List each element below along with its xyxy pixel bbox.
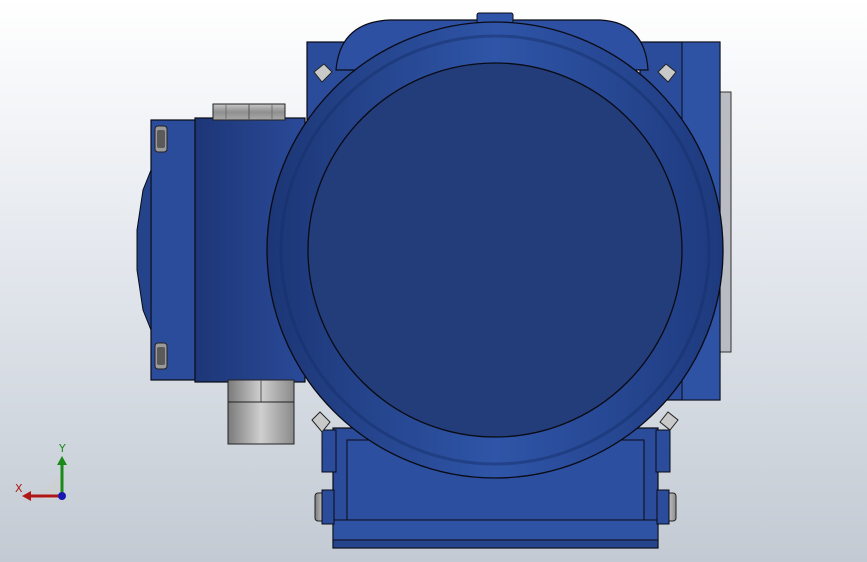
cad-model-view — [136, 12, 732, 549]
cover-bolt-bottom-right — [659, 411, 679, 431]
orientation-triad: Y X — [15, 442, 67, 501]
y-axis-label: Y — [58, 442, 66, 455]
terminal-box-flange — [150, 119, 198, 381]
x-axis-label: X — [15, 482, 23, 495]
cable-gland-body — [227, 401, 295, 445]
cover-face — [307, 62, 683, 438]
z-axis-dot — [58, 492, 66, 500]
cover-bolt-bottom-left — [311, 411, 331, 433]
graphics-viewport[interactable]: Y X — [0, 0, 867, 562]
x-axis-arrow — [22, 491, 31, 501]
y-axis-arrow — [57, 456, 67, 465]
